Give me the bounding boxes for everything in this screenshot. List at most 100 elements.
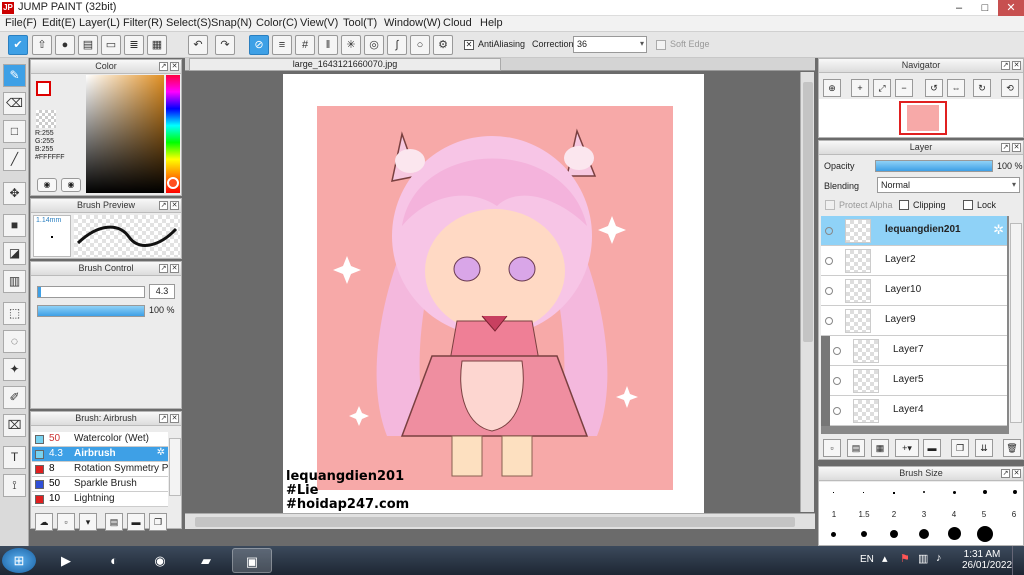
select-rect-icon[interactable]: ⬚ [3,302,26,325]
layer-opacity-slider[interactable] [875,160,993,172]
panel-close-icon[interactable]: ✕ [170,414,179,423]
brush-item[interactable]: 10 Lightning [32,492,168,507]
brush-folder-icon[interactable]: ▬ [127,513,145,531]
menu-edit[interactable]: Edit(E) [42,17,76,29]
vertical-lines-icon[interactable]: ‖ [318,35,338,55]
eyedrop-button-icon[interactable]: ◉ [61,178,81,192]
hatch-off-icon[interactable]: ⊘ [249,35,269,55]
chrome-icon[interactable]: ◉ [140,548,180,573]
new-raster-layer-icon[interactable]: ▤ [847,439,865,457]
brush-menu-icon[interactable]: ▾ [79,513,97,531]
menu-view[interactable]: View(V) [300,17,338,29]
message-icon[interactable]: ▤ [78,35,98,55]
clipping-checkbox[interactable] [899,200,909,210]
layer-row[interactable]: Layer4 [821,396,1007,426]
brush-size-slider[interactable] [37,286,145,298]
layer-visibility-icon[interactable] [825,287,833,295]
hue-slider[interactable] [166,75,180,193]
brush-size-option[interactable]: 6 [999,510,1024,519]
brush-size-value[interactable]: 4.3 [149,284,175,299]
layer-visibility-icon[interactable] [833,377,841,385]
zoom-fit-icon[interactable]: ⊕ [823,79,841,97]
flip-icon[interactable]: ⇔ [947,79,965,97]
clock[interactable]: 1:31 AM 26/01/2022 [962,549,1012,571]
text-tool-icon[interactable]: T [3,446,26,469]
layer-visibility-icon[interactable] [825,227,833,235]
layer-visibility-icon[interactable] [825,317,833,325]
new-brush-icon[interactable]: ▫ [57,513,75,531]
add-layer-menu-icon[interactable]: +▾ [895,439,919,457]
brush-copy-icon[interactable]: ▤ [105,513,123,531]
concentric-icon[interactable]: ◎ [364,35,384,55]
panel-close-icon[interactable]: ✕ [1012,61,1021,70]
layer-row[interactable]: Layer5 [821,366,1007,396]
panel-close-icon[interactable]: ✕ [170,62,179,71]
close-button[interactable]: ✕ [998,0,1024,16]
circle-icon[interactable]: ○ [410,35,430,55]
panel-close-icon[interactable]: ✕ [170,264,179,273]
upload-icon[interactable]: ⇧ [32,35,52,55]
menu-help[interactable]: Help [480,17,503,29]
menu-filter[interactable]: Filter(R) [123,17,163,29]
canvas-viewport[interactable]: lequangdien201 #Lie #hoidap247.com [185,72,799,513]
brush-size-option[interactable]: 5 [969,510,999,519]
rotate-right-icon[interactable]: ↻ [973,79,991,97]
menu-window[interactable]: Window(W) [384,17,441,29]
brush-item[interactable]: 50 Watercolor (Wet) [32,432,168,447]
new-layer-icon[interactable]: ▫ [823,439,841,457]
menu-tool[interactable]: Tool(T) [343,17,377,29]
saturation-value-picker[interactable] [86,75,164,193]
eyedropper-icon[interactable]: ⟟ [3,474,26,497]
brush-size-option[interactable]: 1.5 [849,510,879,519]
canvas-paper[interactable]: lequangdien201 #Lie #hoidap247.com [283,74,704,513]
network-icon[interactable]: ▥ [918,552,928,565]
brush-opacity-slider[interactable] [37,305,145,317]
panel-popout-icon[interactable]: ↗ [1001,61,1010,70]
grid-snap-icon[interactable]: # [295,35,315,55]
menu-file[interactable]: File(F) [5,17,37,29]
panel-popout-icon[interactable]: ↗ [159,201,168,210]
navigator-preview[interactable] [819,99,1023,137]
show-desktop-button[interactable] [1012,546,1024,575]
maximize-button[interactable]: □ [972,0,998,16]
comment-icon[interactable]: ● [55,35,75,55]
brush-size-option[interactable]: 1 [819,510,849,519]
menu-snap[interactable]: Snap(N) [211,17,252,29]
app-swirl-icon[interactable]: ◐ [94,548,134,573]
panel-popout-icon[interactable]: ↗ [159,414,168,423]
navigator-viewport-box[interactable] [899,101,947,135]
gradient-tool-icon[interactable]: ▥ [3,270,26,293]
bucket-tool-icon[interactable]: ◪ [3,242,26,265]
fill-rect-tool-icon[interactable]: ■ [3,214,26,237]
start-button-icon[interactable]: ⊞ [2,548,36,573]
lasso-icon[interactable]: ◌ [3,330,26,353]
foreground-color-swatch[interactable] [36,81,51,96]
layer-row[interactable]: lequangdien201 ✲ [821,216,1007,246]
layer-folder-icon[interactable]: ▬ [923,439,941,457]
settings-icon[interactable]: ⚙ [433,35,453,55]
minimize-button[interactable]: – [946,0,972,16]
eraser-tool-icon[interactable]: ⌫ [3,92,26,115]
layer-visibility-icon[interactable] [833,407,841,415]
brush-duplicate-icon[interactable]: ❐ [149,513,167,531]
action-center-icon[interactable]: ⚑ [900,552,910,565]
brush-item[interactable]: 4.3 Airbrush ✲ [32,447,168,462]
layer-visibility-icon[interactable] [833,347,841,355]
zoom-in-icon[interactable]: + [851,79,869,97]
move-tool-icon[interactable]: ✥ [3,182,26,205]
curve-icon[interactable]: ∫ [387,35,407,55]
duplicate-layer-icon[interactable]: ❐ [951,439,969,457]
zoom-actual-icon[interactable]: ⤢ [873,79,891,97]
soft-edge-checkbox[interactable] [656,40,666,50]
language-indicator[interactable]: EN [860,554,874,565]
panel-close-icon[interactable]: ✕ [1012,143,1021,152]
layer-row[interactable]: Layer10 [821,276,1007,306]
vertical-scroll-thumb[interactable] [803,82,813,342]
layer-visibility-icon[interactable] [825,257,833,265]
reset-view-icon[interactable]: ⟲ [1001,79,1019,97]
document-icon[interactable]: ▭ [101,35,121,55]
brush-import-icon[interactable]: ☁ [35,513,53,531]
menu-cloud[interactable]: Cloud [443,17,472,29]
brush-size-option[interactable]: 3 [909,510,939,519]
horizontal-scrollbar[interactable] [185,513,815,529]
